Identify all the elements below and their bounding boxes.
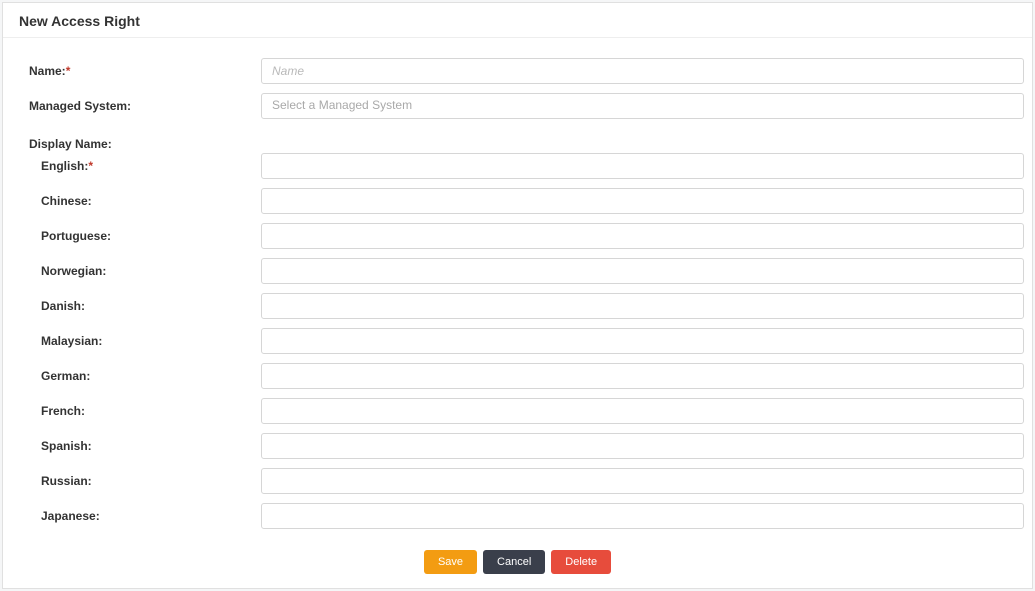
german-field[interactable] (261, 363, 1024, 389)
row-portuguese: Portuguese: (11, 223, 1024, 249)
label-spanish: Spanish: (11, 439, 261, 453)
label-chinese: Chinese: (11, 194, 261, 208)
row-german: German: (11, 363, 1024, 389)
row-name: Name:* (11, 58, 1024, 84)
english-field[interactable] (261, 153, 1024, 179)
portuguese-field[interactable] (261, 223, 1024, 249)
row-spanish: Spanish: (11, 433, 1024, 459)
required-marker: * (66, 64, 71, 78)
form-area: Name:* Managed System: Select a Managed … (3, 38, 1032, 588)
label-portuguese: Portuguese: (11, 229, 261, 243)
chinese-field[interactable] (261, 188, 1024, 214)
name-field[interactable] (261, 58, 1024, 84)
label-english: English:* (11, 159, 261, 173)
delete-button[interactable]: Delete (551, 550, 611, 574)
spanish-field[interactable] (261, 433, 1024, 459)
button-row: Save Cancel Delete (11, 538, 1024, 580)
row-malaysian: Malaysian: (11, 328, 1024, 354)
japanese-field[interactable] (261, 503, 1024, 529)
russian-field[interactable] (261, 468, 1024, 494)
label-malaysian: Malaysian: (11, 334, 261, 348)
label-japanese: Japanese: (11, 509, 261, 523)
label-french: French: (11, 404, 261, 418)
label-name-text: Name: (29, 64, 66, 78)
input-col-name (261, 58, 1024, 84)
label-russian: Russian: (11, 474, 261, 488)
row-russian: Russian: (11, 468, 1024, 494)
page-title: New Access Right (19, 13, 1016, 29)
input-col-managed-system: Select a Managed System (261, 93, 1024, 119)
label-german: German: (11, 369, 261, 383)
row-managed-system: Managed System: Select a Managed System (11, 93, 1024, 119)
row-french: French: (11, 398, 1024, 424)
new-access-right-panel: New Access Right Name:* Managed System: … (2, 2, 1033, 589)
malaysian-field[interactable] (261, 328, 1024, 354)
panel-header: New Access Right (3, 3, 1032, 38)
norwegian-field[interactable] (261, 258, 1024, 284)
french-field[interactable] (261, 398, 1024, 424)
row-display-name-section: Display Name: (11, 137, 1024, 151)
label-english-text: English: (41, 159, 88, 173)
label-name: Name:* (11, 64, 261, 78)
cancel-button[interactable]: Cancel (483, 550, 545, 574)
row-japanese: Japanese: (11, 503, 1024, 529)
save-button[interactable]: Save (424, 550, 477, 574)
label-norwegian: Norwegian: (11, 264, 261, 278)
label-danish: Danish: (11, 299, 261, 313)
row-english: English:* (11, 153, 1024, 179)
row-danish: Danish: (11, 293, 1024, 319)
row-chinese: Chinese: (11, 188, 1024, 214)
danish-field[interactable] (261, 293, 1024, 319)
managed-system-select[interactable]: Select a Managed System (261, 93, 1024, 119)
label-display-name-section: Display Name: (11, 137, 261, 151)
required-marker: * (88, 159, 93, 173)
label-managed-system: Managed System: (11, 99, 261, 113)
row-norwegian: Norwegian: (11, 258, 1024, 284)
